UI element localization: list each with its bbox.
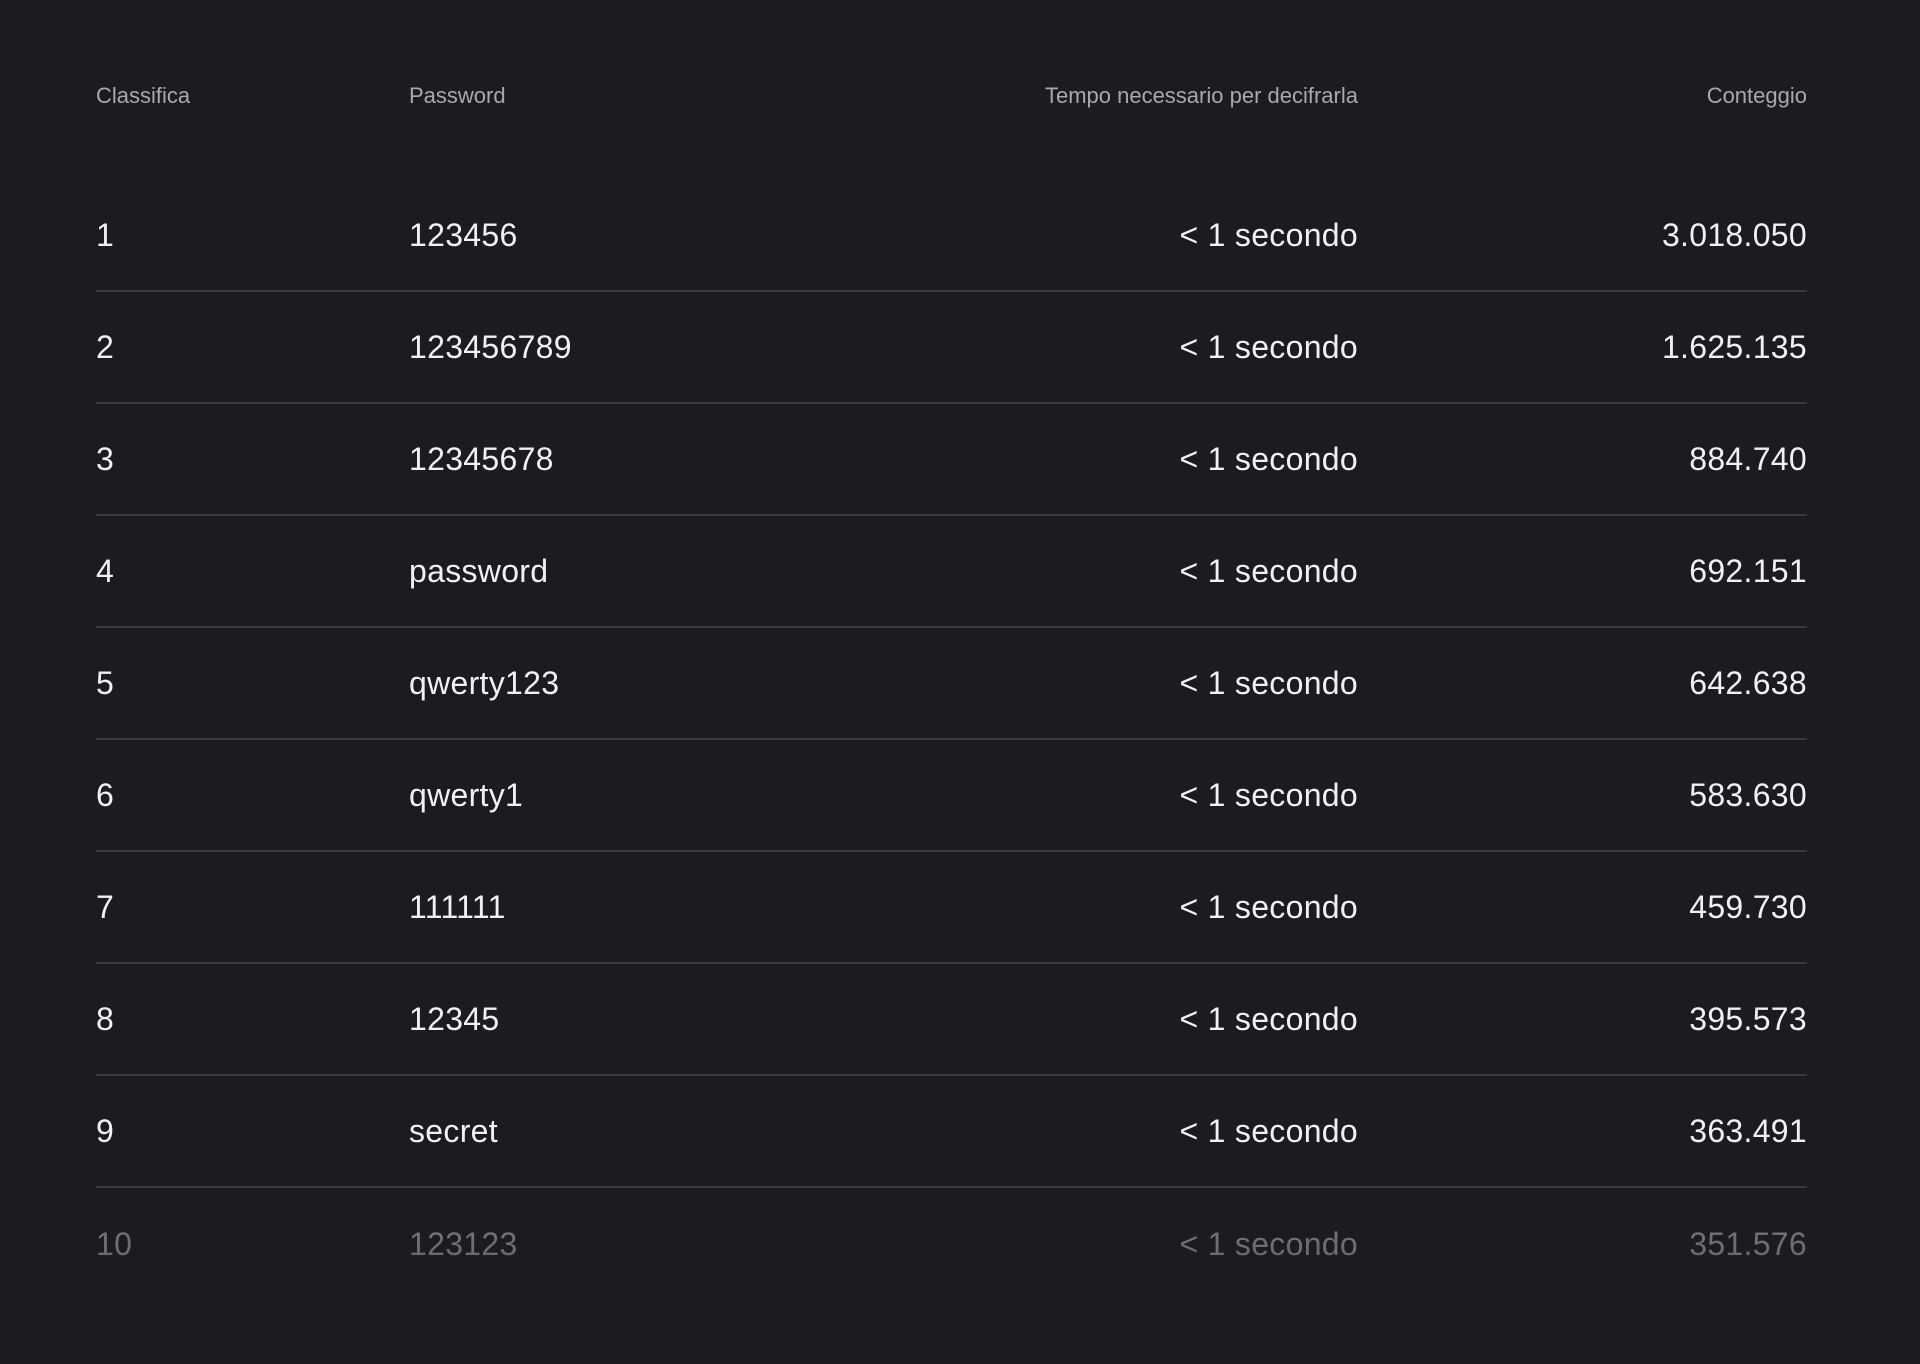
time-cell: < 1 secondo — [1179, 664, 1358, 701]
count-cell: 395.573 — [1689, 1000, 1807, 1037]
count-cell: 3.018.050 — [1661, 216, 1807, 253]
rank-cell: 8 — [96, 1000, 115, 1037]
rank-cell: 1 — [96, 216, 115, 253]
password-cell: password — [409, 552, 549, 589]
header-count: Conteggio — [1706, 83, 1807, 108]
count-cell: 459.730 — [1689, 888, 1807, 925]
table-row: 2 123456789 < 1 secondo 1.625.135 — [96, 292, 1807, 404]
time-cell: < 1 secondo — [1179, 776, 1358, 813]
time-cell: < 1 secondo — [1179, 1225, 1358, 1262]
password-cell: 12345 — [409, 1000, 500, 1037]
time-cell: < 1 secondo — [1179, 1112, 1358, 1149]
count-cell: 363.491 — [1689, 1112, 1807, 1149]
rank-cell: 9 — [96, 1112, 115, 1149]
header-rank: Classifica — [96, 83, 191, 108]
rank-cell: 6 — [96, 776, 115, 813]
count-cell: 1.625.135 — [1661, 328, 1807, 365]
password-cell: 123456789 — [409, 328, 572, 365]
time-cell: < 1 secondo — [1179, 216, 1358, 253]
count-cell: 642.638 — [1689, 664, 1807, 701]
header-time-to-crack: Tempo necessario per decifrarla — [1044, 83, 1358, 108]
time-cell: < 1 secondo — [1179, 552, 1358, 589]
password-cell: 123123 — [409, 1225, 518, 1262]
rank-cell: 5 — [96, 664, 115, 701]
table-row: 3 12345678 < 1 secondo 884.740 — [96, 404, 1807, 516]
password-ranking-table: Classifica Password Tempo necessario per… — [96, 60, 1807, 1300]
table-row: 5 qwerty123 < 1 secondo 642.638 — [96, 628, 1807, 740]
table-row: 10 123123 < 1 secondo 351.576 — [96, 1188, 1807, 1300]
count-cell: 583.630 — [1689, 776, 1807, 813]
header-password: Password — [409, 83, 506, 108]
table-row: 7 111111 < 1 secondo 459.730 — [96, 852, 1807, 964]
rank-cell: 7 — [96, 888, 115, 925]
count-cell: 692.151 — [1689, 552, 1807, 589]
count-cell: 884.740 — [1689, 440, 1807, 477]
rank-cell: 4 — [96, 552, 115, 589]
time-cell: < 1 secondo — [1179, 440, 1358, 477]
rank-cell: 10 — [96, 1225, 133, 1262]
table-row: 8 12345 < 1 secondo 395.573 — [96, 964, 1807, 1076]
rank-cell: 2 — [96, 328, 115, 365]
time-cell: < 1 secondo — [1179, 328, 1358, 365]
count-cell: 351.576 — [1689, 1225, 1807, 1262]
table-header: Classifica Password Tempo necessario per… — [96, 60, 1807, 132]
password-cell: secret — [409, 1112, 498, 1149]
table-row: 6 qwerty1 < 1 secondo 583.630 — [96, 740, 1807, 852]
table-row: 1 123456 < 1 secondo 3.018.050 — [96, 180, 1807, 292]
table-row: 4 password < 1 secondo 692.151 — [96, 516, 1807, 628]
time-cell: < 1 secondo — [1179, 888, 1358, 925]
password-cell: qwerty123 — [409, 664, 560, 701]
password-cell: qwerty1 — [409, 776, 524, 813]
table-row: 9 secret < 1 secondo 363.491 — [96, 1076, 1807, 1188]
rank-cell: 3 — [96, 440, 115, 477]
password-cell: 123456 — [409, 216, 518, 253]
time-cell: < 1 secondo — [1179, 1000, 1358, 1037]
password-cell: 111111 — [409, 888, 506, 925]
password-cell: 12345678 — [409, 440, 554, 477]
